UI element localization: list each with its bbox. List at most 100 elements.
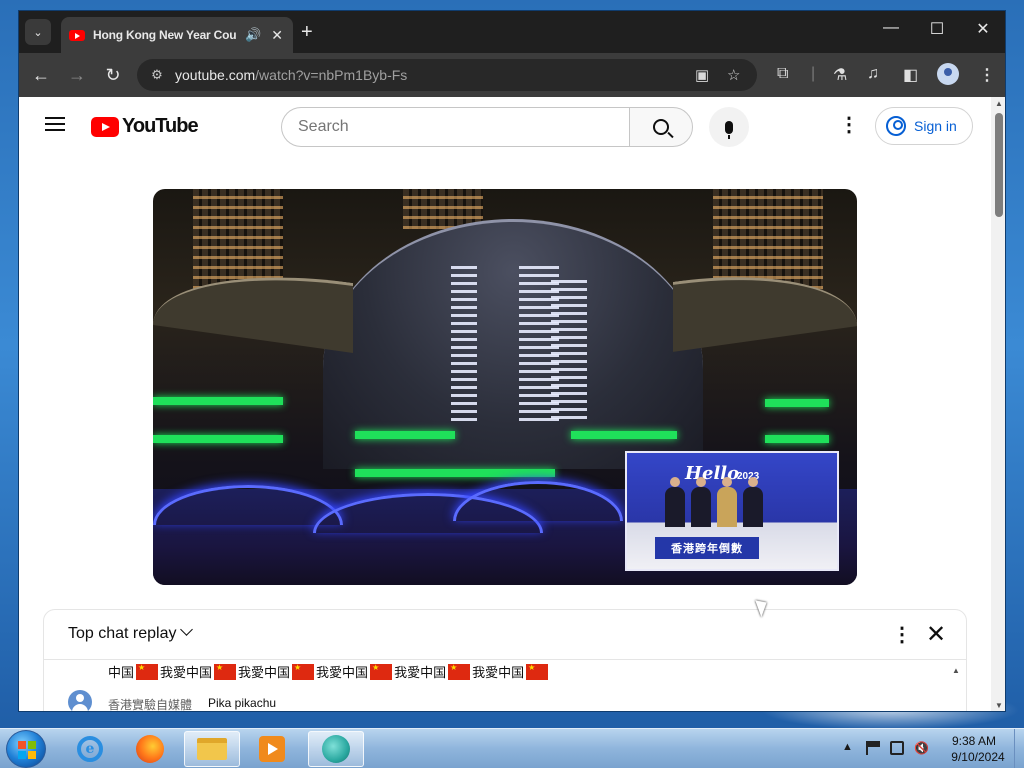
china-flag-icon [214, 663, 237, 680]
china-flag-icon [136, 663, 159, 680]
chat-text: 我愛中国 [394, 665, 447, 680]
taskbar-firefox[interactable] [122, 731, 178, 767]
scrollbar-thumb[interactable] [995, 113, 1003, 217]
extensions-icon[interactable]: ⧉ [777, 65, 788, 83]
sign-in-label: Sign in [914, 118, 957, 134]
clock-date[interactable]: 9/10/2024 [946, 750, 1010, 764]
taskbar-file-explorer[interactable] [184, 731, 240, 767]
new-tab-button[interactable]: + [301, 21, 313, 43]
scroll-down-arrow[interactable]: ▼ [995, 701, 1003, 710]
toolbar-divider: | [811, 65, 816, 82]
tab-close-icon[interactable]: ✕ [271, 27, 283, 44]
site-info-icon[interactable]: ⚙ [147, 65, 167, 85]
taskbar-media-player[interactable] [244, 731, 300, 767]
chat-close-icon[interactable]: ✕ [926, 620, 946, 649]
media-player-icon [259, 736, 285, 762]
chat-text: 我愛中国 [316, 665, 369, 680]
profile-icon[interactable] [937, 63, 959, 85]
star-icon[interactable]: ☆ [727, 66, 740, 84]
back-arrow-icon[interactable]: ← [29, 63, 53, 87]
volume-muted-icon[interactable]: 🔇 [914, 741, 929, 755]
show-desktop-button[interactable] [1014, 729, 1024, 768]
chat-text: 中国 [108, 665, 135, 680]
blue-light-arc [453, 481, 623, 521]
tab-title: Hong Kong New Year Cou [93, 28, 237, 42]
reload-icon[interactable]: ↻ [101, 63, 125, 87]
green-light-strip [153, 397, 283, 405]
led-digit [551, 279, 587, 419]
windows-logo-pane [28, 751, 36, 759]
chat-author-name[interactable]: 香港實驗自媒體 [108, 696, 192, 711]
page-scrollbar[interactable]: ▲ ▼ [991, 97, 1005, 711]
microphone-icon [725, 120, 733, 139]
search-icon [653, 119, 669, 135]
start-button[interactable] [6, 730, 46, 768]
green-light-strip [571, 431, 677, 439]
side-panel-icon[interactable]: ◧ [903, 65, 918, 85]
taskbar-browser-app[interactable] [308, 731, 364, 767]
chevron-down-icon[interactable] [180, 623, 193, 636]
green-light-strip [355, 431, 455, 439]
chat-mode-selector[interactable]: Top chat replay [68, 625, 177, 643]
clock-time[interactable]: 9:38 AM [946, 734, 1002, 748]
pip-person [665, 477, 685, 527]
windows-logo-pane [28, 741, 36, 749]
cast-icon[interactable]: ▣ [695, 66, 709, 84]
network-icon[interactable] [890, 741, 904, 755]
pip-person [691, 477, 711, 527]
show-hidden-icons-arrow[interactable]: ▲ [842, 741, 853, 753]
action-center-flag-icon[interactable] [866, 741, 880, 755]
account-icon [886, 116, 906, 136]
internet-explorer-icon: e [77, 736, 103, 762]
youtube-logo-icon [91, 116, 119, 137]
sign-in-button[interactable]: Sign in [875, 107, 973, 145]
browser-tab-active[interactable]: Hong Kong New Year Cou 🔊 ✕ [61, 17, 293, 53]
avatar[interactable] [68, 690, 92, 711]
search-button[interactable] [629, 107, 693, 147]
green-light-strip [355, 469, 555, 477]
scroll-up-arrow[interactable]: ▲ [995, 99, 1003, 108]
hamburger-menu-icon[interactable] [45, 117, 65, 131]
browser-window: ⌄ Hong Kong New Year Cou 🔊 ✕ + — ☐ ✕ ← →… [18, 10, 1006, 712]
windows-logo-icon [18, 741, 36, 759]
pip-person [743, 477, 763, 527]
settings-menu-icon[interactable]: ⋮ [839, 115, 859, 135]
windows-logo-pane [18, 751, 26, 759]
minimize-button[interactable]: — [871, 19, 911, 37]
chat-text: 我愛中国 [238, 665, 291, 680]
voice-search-button[interactable] [709, 107, 749, 147]
green-light-strip [153, 435, 283, 443]
media-control-icon[interactable]: ♫ [867, 65, 879, 83]
taskbar-internet-explorer[interactable]: e [62, 731, 118, 767]
china-flag-icon [526, 663, 549, 680]
chat-menu-icon[interactable]: ⋮ [892, 622, 912, 647]
youtube-logo-text: YouTube [122, 115, 199, 137]
search-input[interactable] [281, 107, 631, 147]
menu-icon[interactable]: ⋮ [979, 65, 995, 85]
chat-scroll-up-arrow[interactable]: ▲ [952, 666, 960, 675]
tab-search-icon[interactable]: ⌄ [25, 19, 51, 45]
address-bar[interactable]: ⚙ youtube.com/watch?v=nbPm1Byb-Fs ▣ ☆ [137, 59, 757, 91]
green-light-strip [765, 435, 829, 443]
china-flag-icon [448, 663, 471, 680]
chat-header: Top chat replay ⋮ ✕ [44, 610, 966, 660]
labs-icon[interactable]: ⚗ [833, 65, 847, 85]
pip-person [717, 477, 737, 527]
youtube-page: YouTube ⋮ Sign in [19, 97, 991, 711]
youtube-logo[interactable]: YouTube [91, 115, 199, 138]
green-light-strip [765, 399, 829, 407]
chat-message: 中国 我愛中国 我愛中国 我愛中国 我愛中国 我愛中国 [108, 662, 550, 681]
url-text: youtube.com/watch?v=nbPm1Byb-Fs [175, 67, 408, 83]
tab-strip: ⌄ Hong Kong New Year Cou 🔊 ✕ + — ☐ ✕ [19, 11, 1005, 53]
video-player[interactable]: Hello 2023 香港跨年倒數 [153, 189, 857, 585]
windows-logo-pane [18, 741, 26, 749]
firefox-icon [136, 735, 164, 763]
china-flag-icon [370, 663, 393, 680]
close-window-button[interactable]: ✕ [963, 19, 1003, 39]
china-flag-icon [292, 663, 315, 680]
forward-arrow-icon[interactable]: → [65, 63, 89, 87]
maximize-button[interactable]: ☐ [917, 19, 957, 39]
folder-icon [197, 738, 227, 760]
chat-text: 我愛中国 [472, 665, 525, 680]
speaker-icon[interactable]: 🔊 [245, 27, 261, 43]
